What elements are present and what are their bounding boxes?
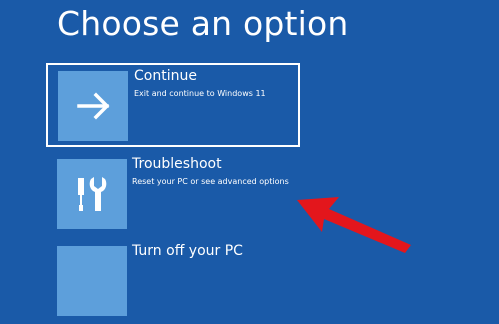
- turn-off-label: Turn off your PC: [132, 243, 243, 259]
- tools-icon: [78, 177, 107, 211]
- continue-label: Continue: [134, 68, 197, 84]
- continue-tile: [58, 71, 128, 141]
- troubleshoot-option[interactable]: Troubleshoot Reset your PC or see advanc…: [46, 153, 300, 237]
- troubleshoot-label: Troubleshoot: [132, 156, 222, 172]
- arrow-right-icon: [77, 92, 110, 120]
- page-title: Choose an option: [57, 4, 349, 43]
- continue-option[interactable]: Continue Exit and continue to Windows 11: [46, 63, 300, 147]
- troubleshoot-tile: [57, 159, 127, 229]
- turn-off-tile: [57, 246, 127, 316]
- continue-description: Exit and continue to Windows 11: [134, 89, 266, 98]
- power-icon: [57, 246, 127, 316]
- troubleshoot-description: Reset your PC or see advanced options: [132, 177, 289, 186]
